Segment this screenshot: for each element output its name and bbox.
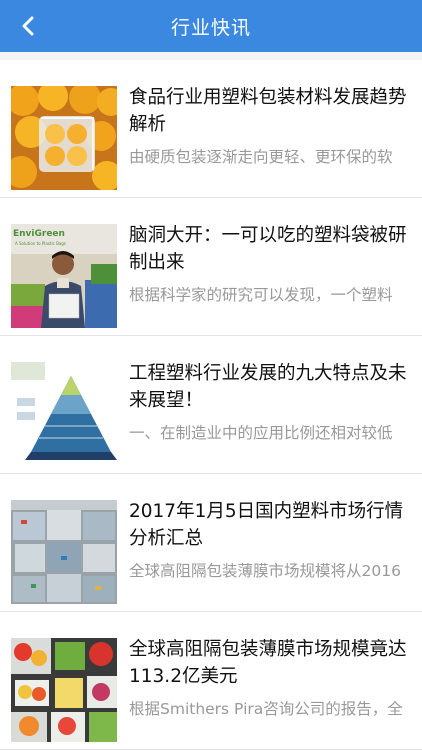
news-title: 2017年1月5日国内塑料市场行情分析汇总	[129, 501, 404, 549]
news-summary: 全球高阻隔包装薄膜市场规模将从2016	[129, 562, 401, 580]
chevron-left-icon	[22, 16, 34, 36]
news-item[interactable]: EnviGreen A Solution to Plastic Bags 脑洞大…	[0, 198, 422, 336]
envigreen-tagline: A Solution to Plastic Bags	[15, 241, 66, 246]
news-title: 食品行业用塑料包装材料发展趋势解析	[129, 87, 407, 135]
news-summary: 一、在制造业中的应用比例还相对较低	[129, 424, 393, 442]
news-title: 全球高阻隔包装薄膜市场规模竟达113.2亿美元	[129, 639, 407, 687]
news-list: 食品行业用塑料包装材料发展趋势解析 由硬质包装逐渐走向更轻、更环保的软 Envi…	[0, 60, 422, 750]
news-item[interactable]: 工程塑料行业发展的九大特点及未来展望！ 一、在制造业中的应用比例还相对较低	[0, 336, 422, 474]
news-item[interactable]: 2017年1月5日国内塑料市场行情分析汇总 全球高阻隔包装薄膜市场规模将从201…	[0, 474, 422, 612]
news-summary: 根据Smithers Pira咨询公司的报告，全	[129, 700, 403, 718]
news-summary: 根据科学家的研究可以发现，一个塑料	[129, 286, 393, 304]
news-item[interactable]: 食品行业用塑料包装材料发展趋势解析 由硬质包装逐渐走向更轻、更环保的软	[0, 60, 422, 198]
news-summary: 由硬质包装逐渐走向更轻、更环保的软	[129, 148, 393, 166]
news-thumbnail	[11, 500, 117, 604]
page-title: 行业快讯	[170, 16, 251, 39]
news-item[interactable]: 全球高阻隔包装薄膜市场规模竟达113.2亿美元 根据Smithers Pira咨…	[0, 612, 422, 750]
news-thumbnail	[11, 362, 117, 466]
news-thumbnail: EnviGreen A Solution to Plastic Bags	[11, 224, 117, 328]
app-header: 行业快讯	[0, 0, 422, 52]
news-thumbnail	[11, 86, 117, 190]
back-button[interactable]	[14, 12, 42, 40]
news-title: 脑洞大开：一可以吃的塑料袋被研制出来	[129, 225, 407, 273]
news-title: 工程塑料行业发展的九大特点及未来展望！	[129, 363, 407, 411]
envigreen-logo: EnviGreen	[13, 229, 65, 239]
news-thumbnail	[11, 638, 117, 742]
